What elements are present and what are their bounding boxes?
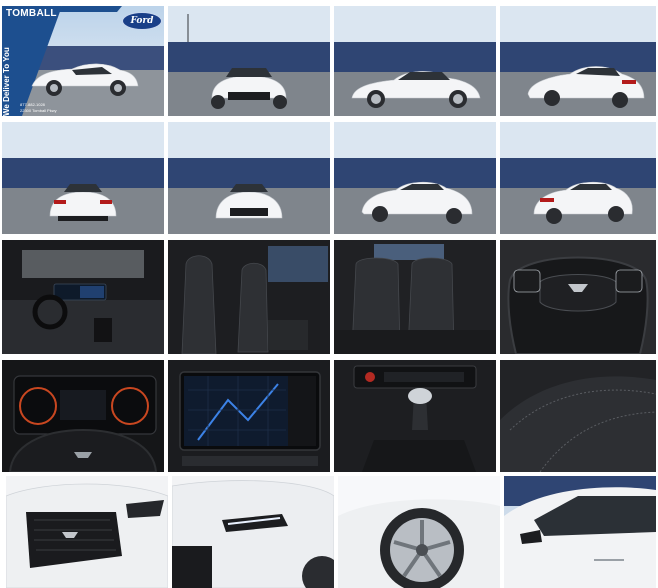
vehicle-photo-gallery: TOMBALL Ford We Deliver To You 877-882-1… [0,0,658,588]
gallery-thumb-20[interactable] [504,476,656,588]
headlight-photo [172,476,334,588]
car-front-right-photo [334,122,496,234]
gallery-thumb-15[interactable] [334,360,496,472]
car-side-photo [334,6,496,116]
gallery-thumb-10[interactable] [168,240,330,354]
gallery-thumb-18[interactable] [172,476,334,588]
dashboard-photo [2,240,164,354]
gallery-thumb-9[interactable] [2,240,164,354]
gallery-thumb-16[interactable] [500,360,656,472]
dealer-address: 22300 Tomball Pkwy [20,108,57,113]
rear-seats-photo [334,240,496,354]
front-seats-photo [168,240,330,354]
ford-logo: Ford [122,12,162,30]
gallery-thumb-1[interactable]: TOMBALL Ford We Deliver To You 877-882-1… [2,6,164,116]
shifter-photo [334,360,496,472]
car-front-straight-photo [168,122,330,234]
car-rear-quarter-photo [500,6,656,116]
steering-wheel-photo [500,240,656,354]
gallery-thumb-3[interactable] [334,6,496,116]
gallery-thumb-6[interactable] [168,122,330,234]
gallery-thumb-8[interactable] [500,122,656,234]
dealer-phone: 877-882-1028 [20,102,45,107]
gallery-thumb-11[interactable] [334,240,496,354]
car-rear-right-photo [500,122,656,234]
gallery-thumb-13[interactable] [2,360,164,472]
car-rear-photo [2,122,164,234]
gallery-thumb-17[interactable] [6,476,168,588]
gallery-thumb-2[interactable] [168,6,330,116]
gallery-thumb-7[interactable] [334,122,496,234]
instrument-cluster-photo [2,360,164,472]
gallery-thumb-12[interactable] [500,240,656,354]
dealer-slogan: We Deliver To You [2,47,11,116]
gallery-thumb-5[interactable] [2,122,164,234]
grille-photo [6,476,168,588]
gallery-thumb-14[interactable] [168,360,330,472]
mirror-photo [504,476,656,588]
car-front-photo [168,6,330,116]
wheel-photo [338,476,500,588]
dealer-name: TOMBALL [6,8,57,19]
gallery-thumb-4[interactable] [500,6,656,116]
seat-stitch-photo [500,360,656,472]
gallery-thumb-19[interactable] [338,476,500,588]
infotainment-photo [168,360,330,472]
